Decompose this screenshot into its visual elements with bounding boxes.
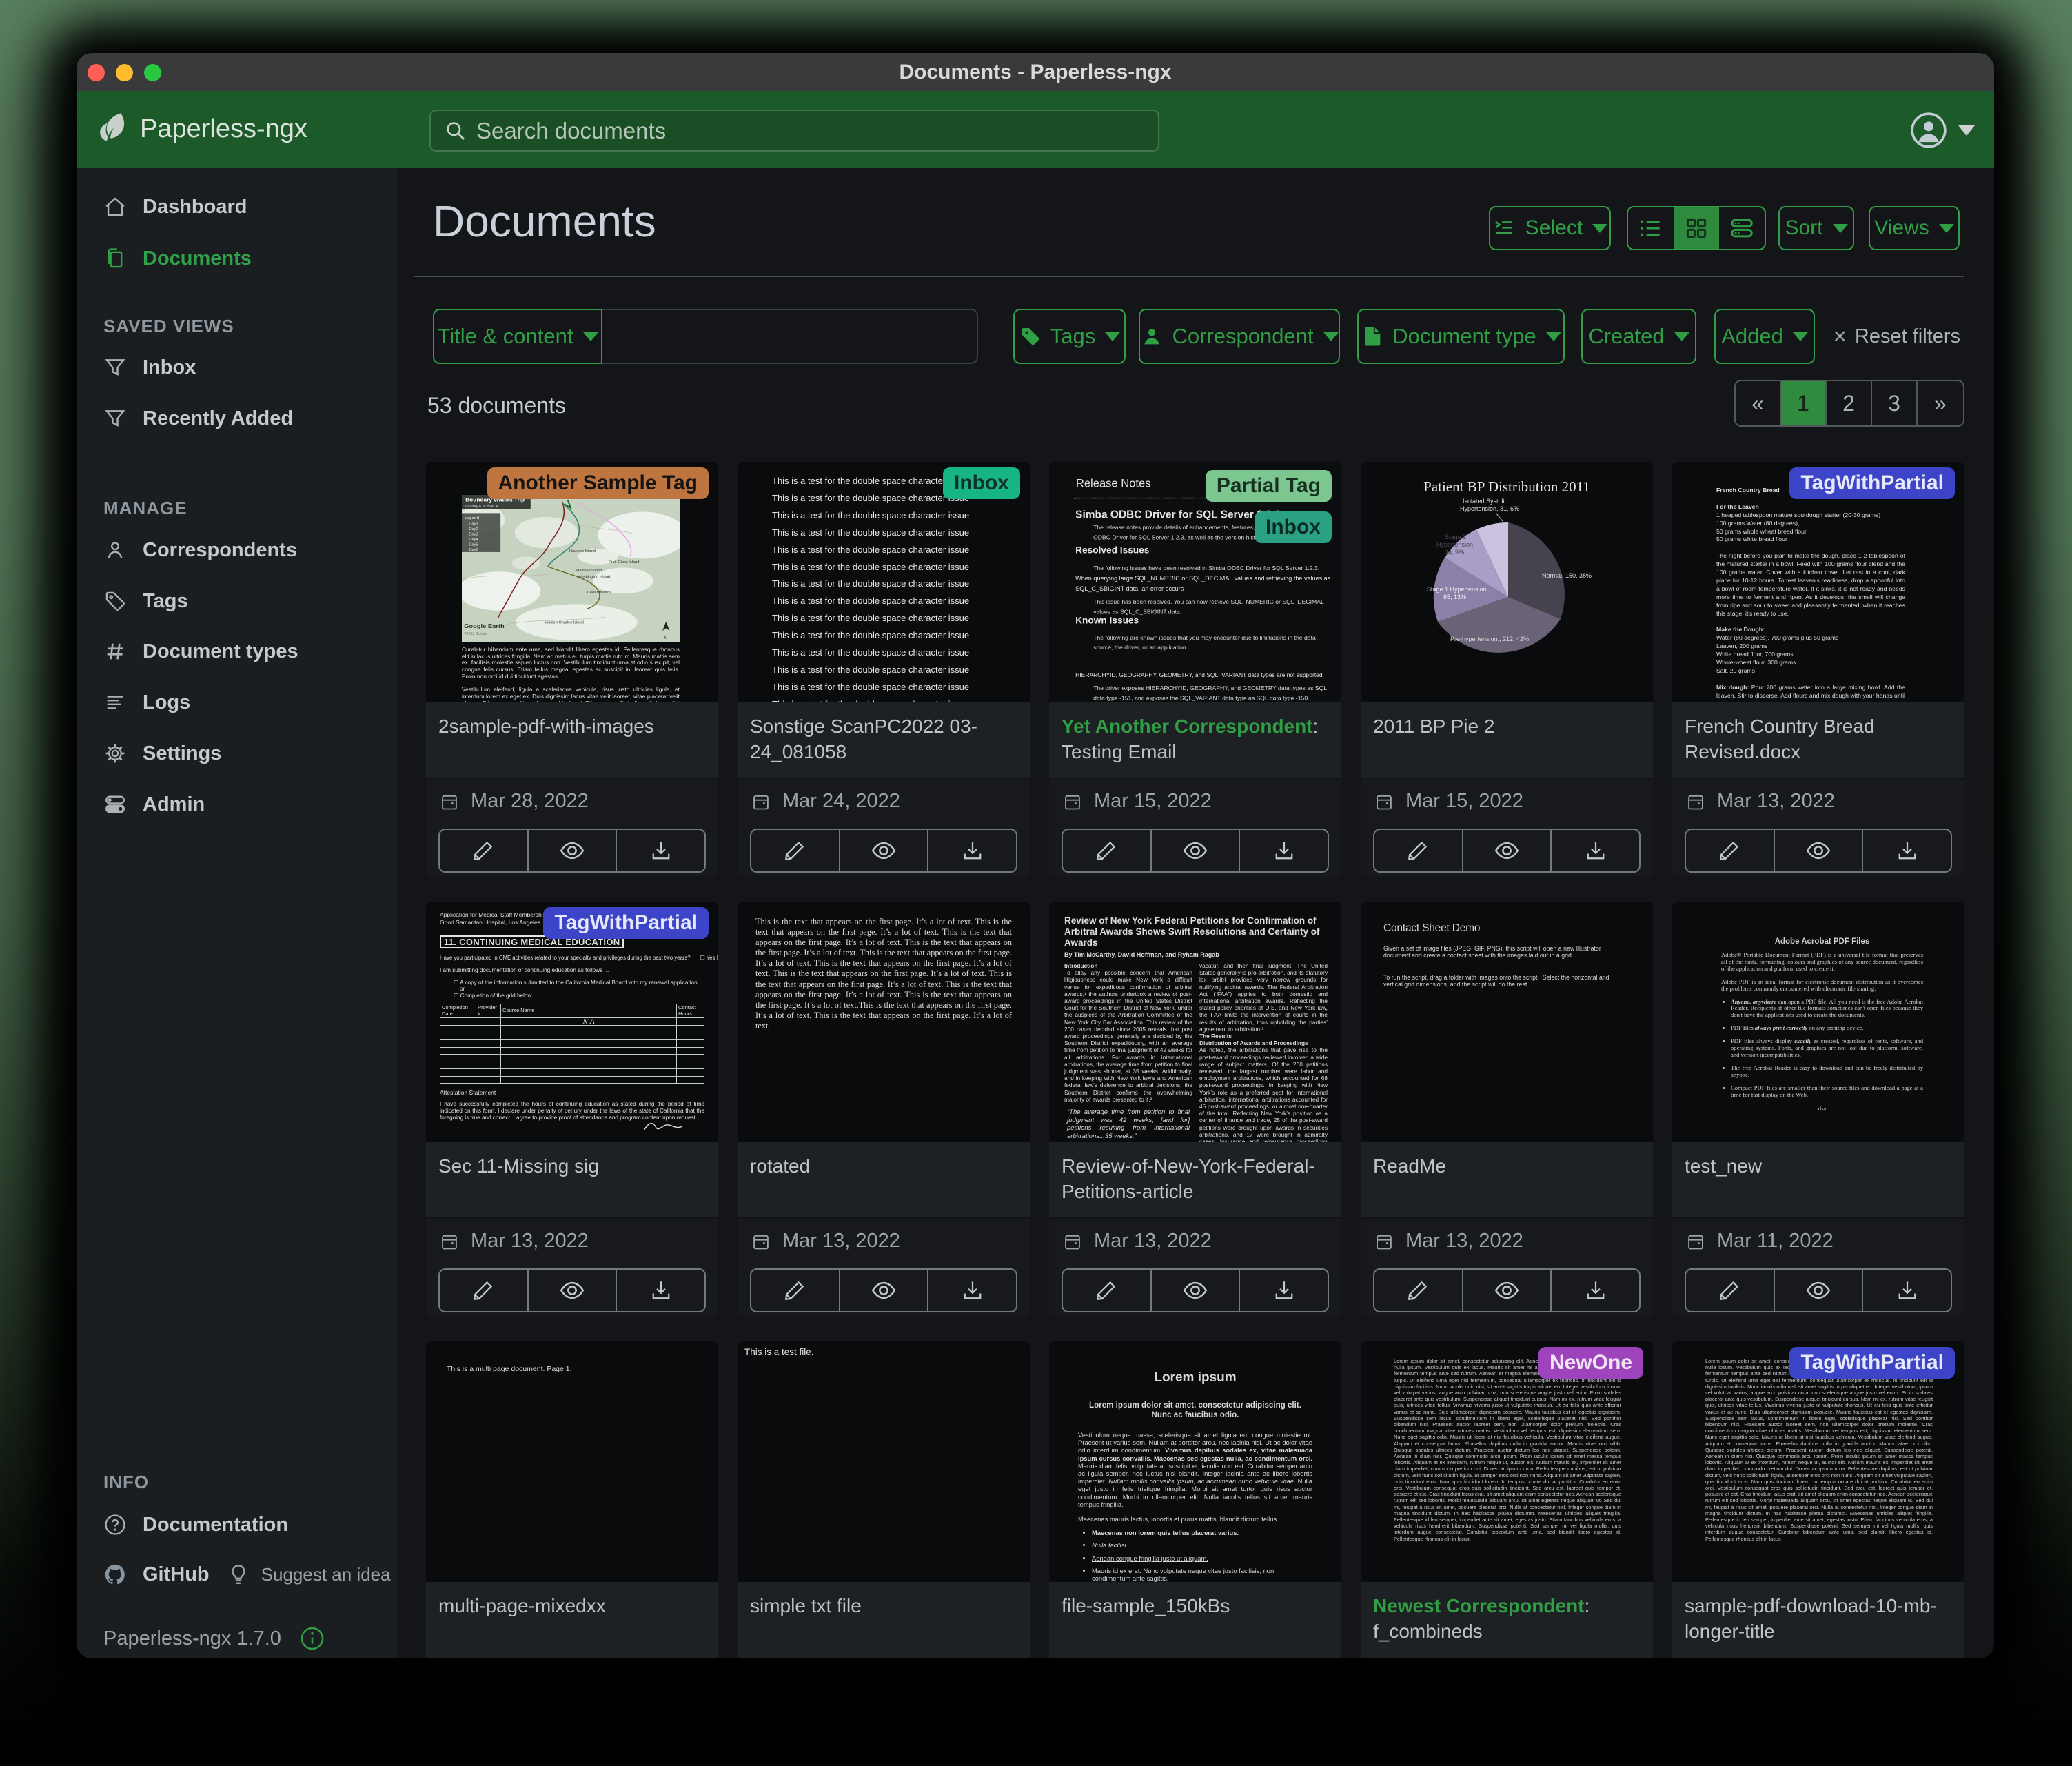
svg-text:Hausers Island: Hausers Island xyxy=(569,549,596,554)
svg-text:Day5: Day5 xyxy=(469,543,478,547)
svg-text:Isolated Systolic: Isolated Systolic xyxy=(1463,498,1508,505)
svg-text:HalfDay Island: HalfDay Island xyxy=(576,569,602,573)
svg-text:©2021 Google: ©2021 Google xyxy=(464,631,487,636)
svg-text:On day 6 of BWCA: On day 6 of BWCA xyxy=(465,505,499,509)
svg-text:Day6: Day6 xyxy=(469,548,478,552)
svg-text:Pre-hypertension., 212, 42%: Pre-hypertension., 212, 42% xyxy=(1450,636,1529,642)
svg-text:Day4: Day4 xyxy=(469,538,478,542)
svg-text:Normal, 150, 38%: Normal, 150, 38% xyxy=(1542,572,1592,579)
svg-text:Fruit Glass Island: Fruit Glass Island xyxy=(609,560,639,565)
svg-text:Mission Charles Island: Mission Charles Island xyxy=(545,621,584,625)
svg-text:Day3: Day3 xyxy=(469,533,478,537)
svg-text:Hypertension, 31, 6%: Hypertension, 31, 6% xyxy=(1460,505,1519,512)
svg-text:Day2: Day2 xyxy=(469,527,478,531)
svg-text:N: N xyxy=(664,636,667,640)
svg-text:Cedar Islands: Cedar Islands xyxy=(587,591,611,595)
svg-text:Stage 2: Stage 2 xyxy=(1445,534,1466,540)
svg-text:Day1: Day1 xyxy=(469,522,478,527)
svg-text:Stage 1 Hypertension,: Stage 1 Hypertension, xyxy=(1427,586,1488,593)
svg-text:Google Earth: Google Earth xyxy=(464,623,505,629)
svg-text:44, 9%: 44, 9% xyxy=(1445,549,1464,556)
svg-text:Washington Island: Washington Island xyxy=(578,576,610,580)
svg-text:Legend: Legend xyxy=(465,516,479,520)
svg-text:65, 13%: 65, 13% xyxy=(1443,593,1466,600)
svg-text:Hypertension,: Hypertension, xyxy=(1436,541,1475,548)
